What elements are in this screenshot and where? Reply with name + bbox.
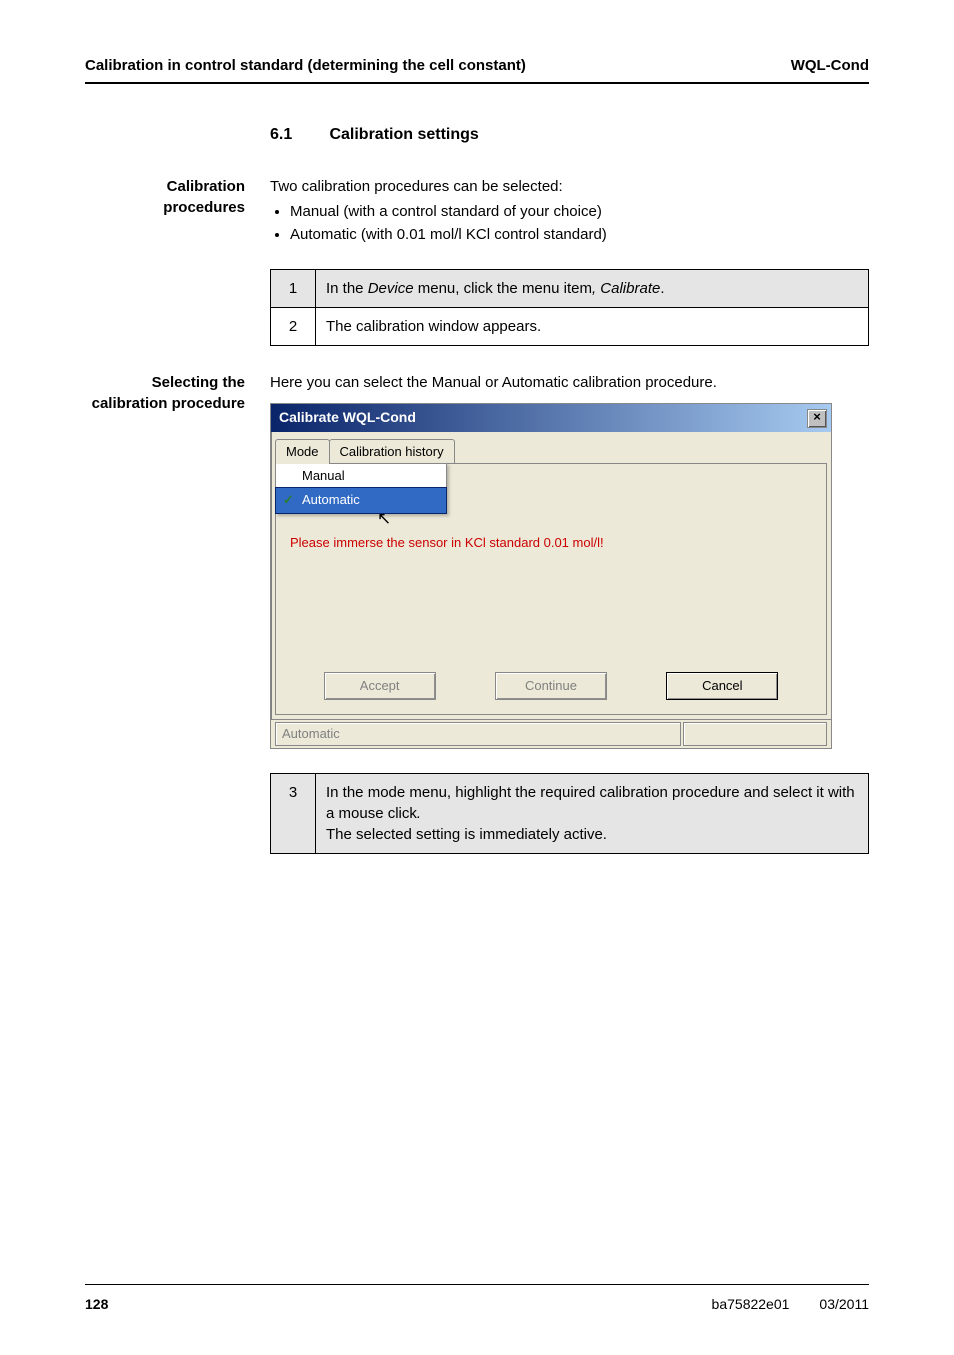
doc-id: ba75822e01 xyxy=(712,1295,790,1315)
step-row: 2 The calibration window appears. xyxy=(271,308,868,345)
tab-panel: Manual Automatic ↖ Please immerse the se… xyxy=(275,463,827,715)
sidehead-procedures: Calibration procedures xyxy=(85,176,270,346)
step-row: 3 In the mode menu, highlight the requir… xyxy=(271,774,868,853)
tab-calibration-history[interactable]: Calibration history xyxy=(329,439,455,464)
page-number: 128 xyxy=(85,1295,108,1315)
step-number: 3 xyxy=(271,774,316,853)
page-header: Calibration in control standard (determi… xyxy=(85,55,869,84)
step-line1: In the mode menu, highlight the required… xyxy=(326,784,855,822)
section-heading: 6.1 Calibration settings xyxy=(270,124,869,146)
status-text: Automatic xyxy=(275,722,681,746)
steps-table-2: 3 In the mode menu, highlight the requir… xyxy=(270,773,869,854)
sidehead-empty xyxy=(85,124,270,164)
section-number: 6.1 xyxy=(270,124,325,146)
header-left: Calibration in control standard (determi… xyxy=(85,55,526,76)
accept-button[interactable]: Accept xyxy=(324,672,436,700)
step-number: 2 xyxy=(271,308,316,345)
step-period: . xyxy=(417,805,421,822)
mode-menu: Manual Automatic ↖ xyxy=(275,463,447,513)
dialog-status-bar: Automatic xyxy=(271,719,831,748)
step-italic2: , Calibrate xyxy=(592,280,660,297)
step-text: In the Device menu, click the menu item,… xyxy=(316,270,868,307)
menu-item-manual[interactable]: Manual xyxy=(276,464,446,488)
cancel-button[interactable]: Cancel xyxy=(666,672,778,700)
sidehead-selecting: Selecting the calibration procedure xyxy=(85,372,270,854)
bullet-item: Automatic (with 0.01 mol/l KCl control s… xyxy=(290,224,869,245)
steps-table-1: 1 In the Device menu, click the menu ite… xyxy=(270,269,869,346)
step-text: In the mode menu, highlight the required… xyxy=(316,774,868,853)
step-italic: Device xyxy=(368,280,414,297)
dialog-button-row: Accept Continue Cancel xyxy=(276,672,826,700)
menu-item-automatic[interactable]: Automatic xyxy=(275,487,447,513)
doc-date: 03/2011 xyxy=(819,1295,869,1315)
tab-mode[interactable]: Mode xyxy=(275,439,330,464)
dialog-titlebar[interactable]: Calibrate WQL-Cond × xyxy=(271,404,831,432)
continue-button[interactable]: Continue xyxy=(495,672,607,700)
intro-text-1: Two calibration procedures can be select… xyxy=(270,176,869,197)
cursor-icon: ↖ xyxy=(377,507,391,527)
step-line2: The selected setting is immediately acti… xyxy=(326,826,607,843)
page-footer: 128 ba75822e01 03/2011 xyxy=(85,1284,869,1315)
step-mid: menu, click the menu item xyxy=(414,280,592,297)
intro-text-2: Here you can select the Manual or Automa… xyxy=(270,372,869,393)
bullet-list-1: Manual (with a control standard of your … xyxy=(270,201,869,245)
calibrate-dialog: Calibrate WQL-Cond × Mode Calibration hi… xyxy=(270,403,832,749)
step-text: The calibration window appears. xyxy=(316,308,868,345)
dialog-title: Calibrate WQL-Cond xyxy=(279,408,416,428)
section-title: Calibration settings xyxy=(329,126,478,143)
bullet-item: Manual (with a control standard of your … xyxy=(290,201,869,222)
instruction-text: Please immerse the sensor in KCl standar… xyxy=(290,534,604,552)
step-end: . xyxy=(660,280,664,297)
tab-strip: Mode Calibration history xyxy=(271,432,831,463)
header-right: WQL-Cond xyxy=(791,55,869,76)
step-row: 1 In the Device menu, click the menu ite… xyxy=(271,270,868,308)
step-prefix: In the xyxy=(326,280,368,297)
step-number: 1 xyxy=(271,270,316,307)
close-icon[interactable]: × xyxy=(807,409,827,428)
status-empty xyxy=(683,722,828,746)
